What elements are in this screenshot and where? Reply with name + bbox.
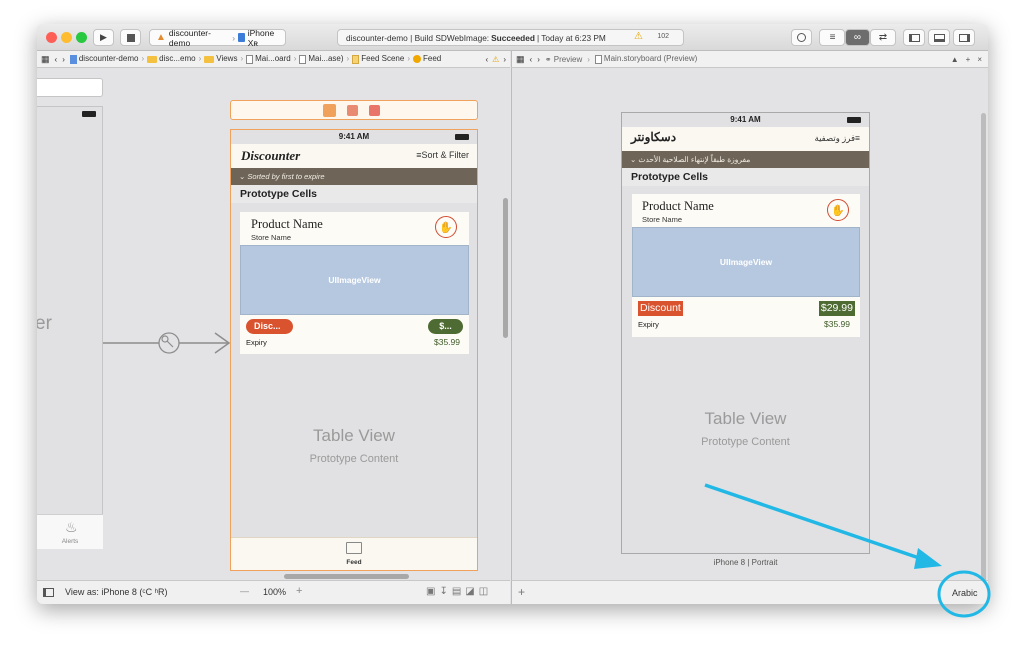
annotation-circle bbox=[937, 570, 991, 618]
annotation-overlay bbox=[704, 483, 991, 618]
annotation-arrow bbox=[704, 483, 926, 562]
annotation-arrowhead bbox=[914, 548, 942, 569]
